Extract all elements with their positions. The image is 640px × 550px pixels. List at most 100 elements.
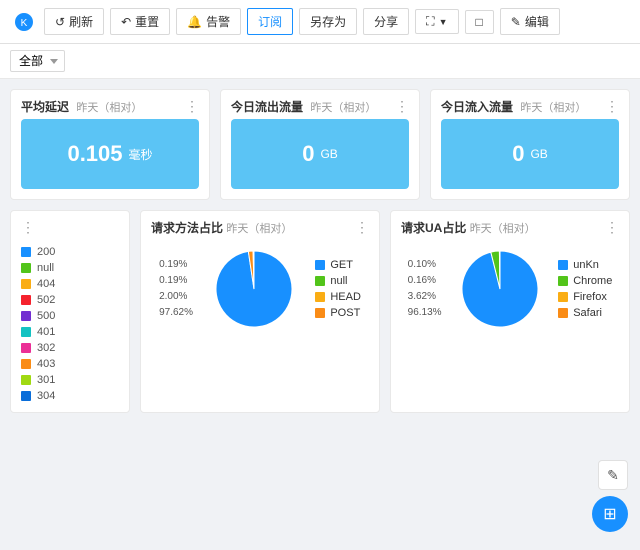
main-content: 平均延迟 昨天（相对） ⋮ 0.105 毫秒 今日流出流量 昨天（相对） ⋮ 0… [0, 79, 640, 423]
inbound-more-icon[interactable]: ⋮ [605, 98, 619, 115]
inbound-title: 今日流入流量 [441, 100, 513, 114]
reset-button[interactable]: ↶ 重置 [110, 8, 170, 35]
stat-card-outbound: 今日流出流量 昨天（相对） ⋮ 0 GB [220, 89, 420, 200]
legend-label: null [37, 262, 54, 274]
legend-item: 502 [21, 292, 119, 308]
collapse-icon: □ [476, 15, 483, 29]
method-chart-panel: 请求方法占比 昨天（相对） ⋮ 0.19%0.19%2.00%97.62% GE… [140, 210, 380, 413]
legend-dot [21, 375, 31, 385]
legend-dot [21, 311, 31, 321]
ua-pie-label: 3.62% [408, 289, 442, 305]
legend-dot [21, 263, 31, 273]
pie-legend-label: GET [330, 259, 353, 271]
ua-more-icon[interactable]: ⋮ [605, 219, 619, 236]
legend-item: 200 [21, 244, 119, 260]
subscribe-button[interactable]: 订阅 [247, 8, 293, 35]
legend-item: 500 [21, 308, 119, 324]
latency-title: 平均延迟 [21, 100, 69, 114]
alert-button[interactable]: 🔔 告警 [176, 8, 241, 35]
outbound-title: 今日流出流量 [231, 100, 303, 114]
edit-icon: ✎ [511, 15, 521, 29]
legend-more-icon[interactable]: ⋮ [21, 219, 35, 236]
stat-card-inbound: 今日流入流量 昨天（相对） ⋮ 0 GB [430, 89, 630, 200]
pie-legend-label: null [330, 275, 347, 287]
collapse-button[interactable]: □ [465, 10, 494, 34]
pie-legend-dot [315, 276, 325, 286]
method-pie-label: 97.62% [159, 305, 193, 321]
ua-pie-label: 96.13% [408, 305, 442, 321]
legend-list: 200null404502500401302403301304 [11, 240, 129, 412]
ua-legend-item: Chrome [558, 273, 612, 289]
ua-pie-legend: unKnChromeFirefoxSafari [558, 257, 612, 321]
legend-dot [21, 279, 31, 289]
legend-dot [21, 247, 31, 257]
method-more-icon[interactable]: ⋮ [355, 219, 369, 236]
ua-pie-chart [455, 244, 545, 334]
method-chart-title: 请求方法占比 [151, 221, 223, 235]
method-pie-label: 0.19% [159, 273, 193, 289]
inbound-value: 0 [512, 141, 524, 167]
latency-value: 0.105 [67, 141, 122, 167]
pie-legend-dot [315, 308, 325, 318]
legend-item: 302 [21, 340, 119, 356]
stat-card-latency: 平均延迟 昨天（相对） ⋮ 0.105 毫秒 [10, 89, 210, 200]
toolbar: K ↺ 刷新 ↶ 重置 🔔 告警 订阅 另存为 分享 ⛶ ▼ □ ✎ 编辑 [0, 0, 640, 44]
edit-button[interactable]: ✎ 编辑 [500, 8, 560, 35]
legend-label: 500 [37, 310, 55, 322]
share-button[interactable]: 分享 [363, 8, 409, 35]
method-chart-meta: 昨天（相对） [226, 223, 292, 235]
outbound-unit: GB [320, 147, 337, 161]
latency-more-icon[interactable]: ⋮ [185, 98, 199, 115]
filter-row: 全部 [0, 44, 640, 79]
outbound-more-icon[interactable]: ⋮ [395, 98, 409, 115]
floating-edit-button[interactable]: ✎ [598, 460, 628, 490]
stat-cards-row: 平均延迟 昨天（相对） ⋮ 0.105 毫秒 今日流出流量 昨天（相对） ⋮ 0… [10, 89, 630, 200]
logo-button[interactable]: K [10, 8, 38, 36]
floating-grid-button[interactable]: ⊞ [592, 496, 628, 532]
legend-dot [21, 391, 31, 401]
ua-legend-item: Firefox [558, 289, 612, 305]
ua-legend-dot [558, 276, 568, 286]
legend-item: 301 [21, 372, 119, 388]
legend-item: 401 [21, 324, 119, 340]
svg-text:K: K [21, 18, 28, 29]
ua-legend-dot [558, 292, 568, 302]
ua-pie-labels: 0.10%0.16%3.62%96.13% [408, 257, 442, 321]
filter-select[interactable]: 全部 [10, 50, 65, 72]
ua-legend-label: Chrome [573, 275, 612, 287]
legend-label: 301 [37, 374, 55, 386]
legend-item: 304 [21, 388, 119, 404]
fullscreen-button[interactable]: ⛶ ▼ [415, 9, 458, 34]
latency-value-box: 0.105 毫秒 [21, 119, 199, 189]
method-pie-area: 0.19%0.19%2.00%97.62% GETnullHEADPOST [141, 240, 379, 344]
inbound-meta: 昨天（相对） [520, 102, 586, 114]
legend-label: 404 [37, 278, 55, 290]
legend-dot [21, 343, 31, 353]
ua-legend-dot [558, 260, 568, 270]
pie-legend-dot [315, 260, 325, 270]
legend-dot [21, 359, 31, 369]
pie-legend-dot [315, 292, 325, 302]
ua-chart-title: 请求UA占比 [401, 221, 466, 235]
grid-icon: ⊞ [603, 504, 616, 524]
legend-item: 404 [21, 276, 119, 292]
alert-icon: 🔔 [187, 15, 202, 29]
legend-dot [21, 295, 31, 305]
latency-unit: 毫秒 [129, 146, 153, 163]
ua-legend-item: unKn [558, 257, 612, 273]
ua-legend-label: unKn [573, 259, 599, 271]
save-as-button[interactable]: 另存为 [299, 8, 357, 35]
method-legend-item: GET [315, 257, 361, 273]
ua-chart-meta: 昨天（相对） [470, 223, 536, 235]
ua-pie-label: 0.16% [408, 273, 442, 289]
legend-label: 304 [37, 390, 55, 402]
refresh-button[interactable]: ↺ 刷新 [44, 8, 104, 35]
method-legend-item: HEAD [315, 289, 361, 305]
latency-meta: 昨天（相对） [76, 102, 142, 114]
chevron-down-icon: ▼ [439, 17, 448, 27]
method-pie-label: 0.19% [159, 257, 193, 273]
legend-item: null [21, 260, 119, 276]
inbound-unit: GB [530, 147, 547, 161]
outbound-value-box: 0 GB [231, 119, 409, 189]
legend-label: 401 [37, 326, 55, 338]
